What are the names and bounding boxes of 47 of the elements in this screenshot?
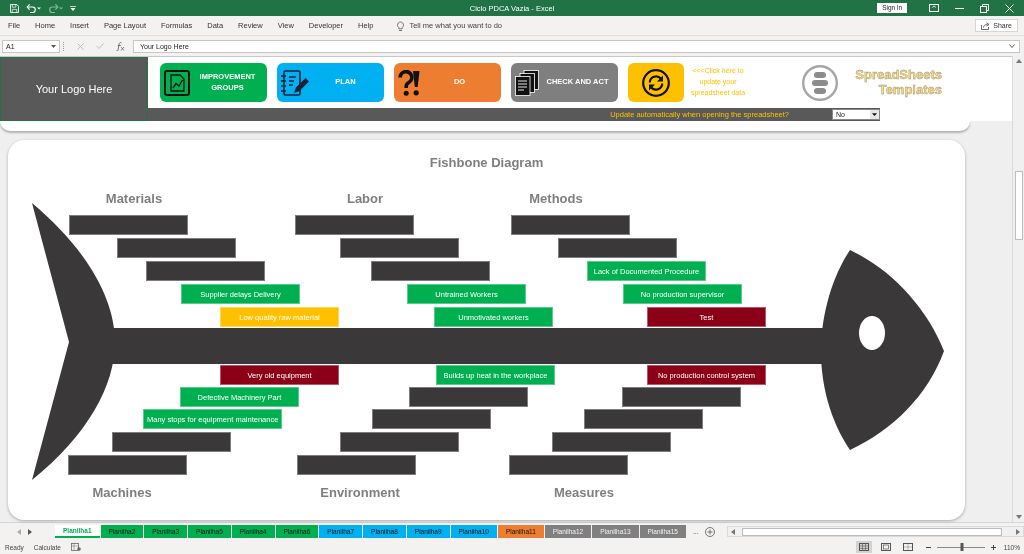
notepad-pencil-icon — [281, 69, 309, 96]
customize-toolbar-icon[interactable] — [70, 5, 76, 11]
zoom-in-icon[interactable] — [990, 544, 996, 550]
brand-name: SpreadSheets Templates — [854, 67, 942, 98]
lightbulb-icon — [397, 20, 405, 31]
close-icon[interactable] — [1005, 3, 1014, 13]
grid-icon — [858, 543, 869, 551]
stacked-documents-icon — [515, 69, 539, 96]
restore-icon[interactable] — [980, 3, 989, 13]
scroll-up-icon[interactable] — [1015, 59, 1022, 63]
dropdown-arrow-icon — [870, 110, 879, 119]
insert-function-icon[interactable] — [115, 41, 125, 51]
refresh-icon — [642, 68, 670, 97]
undo-icon[interactable] — [26, 3, 41, 13]
scrollbar-thumb[interactable] — [741, 527, 1002, 536]
view-button[interactable] — [855, 541, 872, 553]
new-sheet-icon[interactable] — [704, 526, 715, 537]
share-icon — [981, 21, 991, 30]
refresh-button[interactable] — [628, 63, 684, 102]
macro-record-icon[interactable] — [70, 543, 81, 551]
next-sheet-icon[interactable] — [28, 528, 32, 535]
diagram-title: Fishbone Diagram — [429, 155, 544, 170]
page-break-icon — [902, 543, 913, 551]
chart-document-icon — [164, 69, 190, 96]
scrollbar-thumb[interactable] — [1014, 171, 1023, 240]
brand-logo-icon — [802, 64, 838, 101]
category-label: Environment — [320, 485, 400, 500]
category-label: Measures — [554, 485, 614, 500]
scroll-right-icon[interactable] — [1016, 528, 1020, 535]
ribbon-display-icon[interactable] — [929, 4, 939, 12]
category-label: Machines — [92, 485, 152, 500]
check-icon[interactable] — [96, 43, 104, 49]
zoom-slider-thumb[interactable] — [960, 543, 964, 551]
save-icon[interactable] — [10, 3, 19, 13]
category-label: Materials — [105, 191, 163, 206]
scroll-left-icon[interactable] — [730, 528, 735, 535]
category-label: Labor — [346, 191, 384, 206]
vertical-scrollbar[interactable] — [1012, 56, 1024, 522]
caret-icon — [51, 44, 56, 48]
scroll-down-icon[interactable] — [1015, 515, 1022, 519]
question-exclamation-icon — [398, 69, 420, 96]
expand-caret-icon[interactable] — [1009, 44, 1015, 48]
category-label: Methods — [529, 191, 583, 206]
page-icon — [880, 543, 891, 551]
horizontal-scrollbar[interactable] — [726, 526, 1024, 537]
logo-cell-field[interactable]: Your Logo Here — [0, 57, 148, 121]
minimize-icon[interactable] — [955, 7, 964, 9]
